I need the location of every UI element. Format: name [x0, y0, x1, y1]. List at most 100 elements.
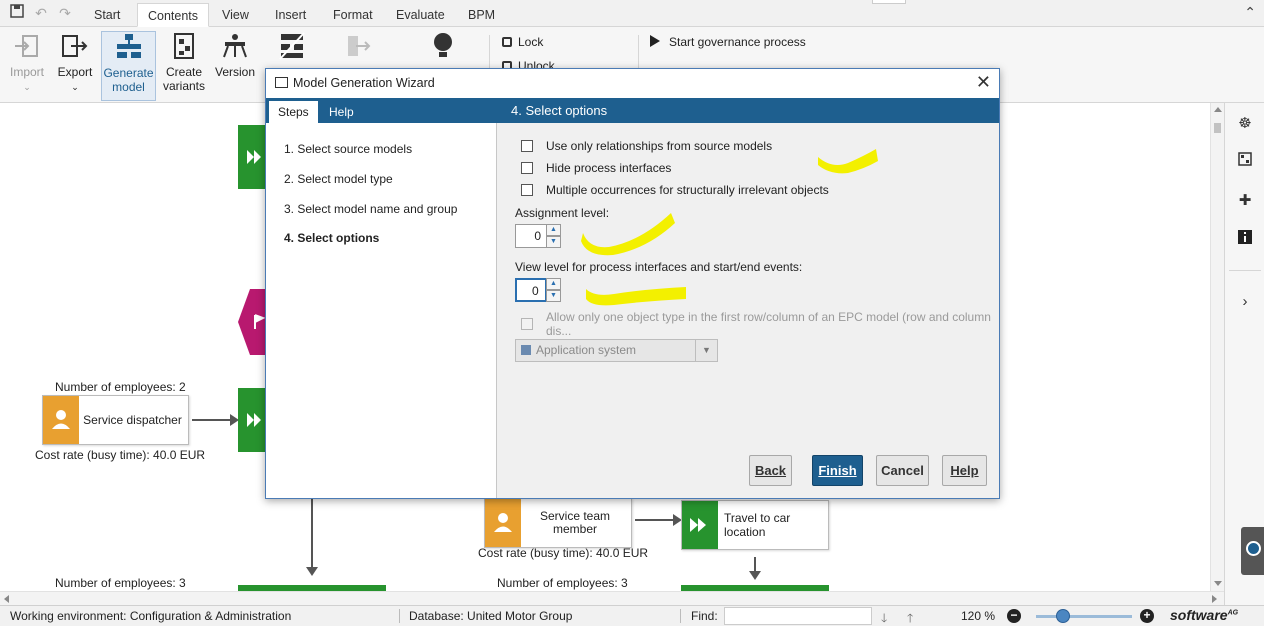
cancel-button[interactable]: Cancel	[876, 455, 929, 486]
start-governance-button[interactable]: Start governance process	[650, 35, 806, 49]
function-shape-middle[interactable]	[238, 388, 268, 452]
collapse-ribbon-icon[interactable]: ⌃	[1244, 4, 1256, 21]
dialog-title-bar[interactable]: Model Generation Wizard ✕	[266, 69, 999, 98]
view-level-input[interactable]: 0	[515, 278, 547, 302]
vertical-scrollbar[interactable]	[1210, 103, 1224, 591]
scroll-right-icon[interactable]	[1212, 595, 1217, 603]
right-sidebar: ☸ ✚ ›	[1224, 103, 1264, 605]
expand-sidebar-icon[interactable]: ›	[1235, 292, 1255, 312]
cost-rate-label: Cost rate (busy time): 40.0 EUR	[478, 546, 649, 560]
function-icon	[682, 501, 718, 549]
governance-tool-button[interactable]	[272, 31, 312, 65]
object-type-value: Application system	[536, 343, 637, 357]
assistant-widget-icon[interactable]	[1241, 527, 1264, 575]
tab-bpm[interactable]: BPM	[458, 3, 505, 27]
step-select-options[interactable]: 4. Select options	[284, 231, 379, 245]
role-service-team-member[interactable]: Service team member	[484, 498, 632, 548]
lightbulb-icon	[434, 33, 452, 57]
role-label: Service dispatcher	[83, 412, 182, 427]
undo-icon[interactable]: ↶	[32, 4, 50, 22]
use-only-relationships-checkbox[interactable]	[521, 140, 533, 152]
function-icon	[247, 413, 254, 427]
tab-steps[interactable]: Steps	[269, 101, 318, 123]
find-input[interactable]	[724, 607, 872, 625]
role-service-dispatcher[interactable]: Service dispatcher	[42, 395, 189, 445]
function-icon	[247, 150, 254, 164]
spin-down-icon[interactable]: ▼	[546, 290, 561, 302]
multiple-occurrences-option[interactable]: Multiple occurrences for structurally ir…	[521, 182, 829, 198]
multiple-occurrences-checkbox[interactable]	[521, 184, 533, 196]
tab-insert[interactable]: Insert	[265, 3, 316, 27]
step-select-source-models[interactable]: 1. Select source models	[284, 142, 412, 156]
save-icon[interactable]	[8, 4, 26, 22]
find-label: Find:	[691, 609, 718, 623]
lock-button[interactable]: Lock	[502, 35, 543, 49]
generate-model-label-1: Generate	[103, 66, 154, 80]
step-select-model-name[interactable]: 3. Select model name and group	[284, 202, 457, 216]
find-next-icon[interactable]: 🡓	[881, 609, 887, 626]
function-shape-top[interactable]	[238, 125, 268, 189]
redo-icon[interactable]: ↷	[56, 4, 74, 22]
view-level-spinner[interactable]: 0 ▲ ▼	[515, 278, 562, 302]
scroll-up-icon[interactable]	[1214, 107, 1222, 112]
employees-label: Number of employees: 2	[55, 380, 186, 394]
back-button[interactable]: Back	[749, 455, 792, 486]
step-select-model-type[interactable]: 2. Select model type	[284, 172, 393, 186]
role-icon	[43, 396, 79, 444]
navigation-wheel-icon[interactable]: ☸	[1235, 114, 1255, 134]
spin-up-icon[interactable]: ▲	[546, 278, 561, 290]
use-only-relationships-option[interactable]: Use only relationships from source model…	[521, 138, 772, 154]
import-button[interactable]: Import ⌄	[6, 31, 48, 94]
chevron-down-icon: ▼	[695, 340, 717, 361]
tab-view[interactable]: View	[212, 3, 259, 27]
find-previous-icon[interactable]: 🡑	[907, 609, 913, 626]
spin-up-icon[interactable]: ▲	[546, 224, 561, 236]
finish-button[interactable]: Finish	[812, 455, 863, 486]
horizontal-scrollbar[interactable]	[0, 591, 1224, 605]
tab-evaluate[interactable]: Evaluate	[386, 3, 455, 27]
arrow-head	[306, 567, 318, 576]
tab-help[interactable]: Help	[320, 101, 363, 123]
function-label: Travel to car location	[724, 511, 791, 539]
tab-contents[interactable]: Contents	[137, 3, 210, 27]
export-button[interactable]: Export ⌄	[54, 31, 96, 94]
version-button[interactable]: Version	[212, 31, 258, 79]
hide-process-interfaces-label: Hide process interfaces	[546, 161, 672, 175]
symbols-icon[interactable]	[1235, 152, 1255, 172]
idea-button[interactable]	[423, 31, 463, 65]
allow-one-object-type-option: Allow only one object type in the first …	[521, 310, 999, 338]
scroll-thumb[interactable]	[1214, 123, 1221, 133]
info-icon[interactable]	[1235, 230, 1255, 250]
assignment-level-spinner[interactable]: 0 ▲ ▼	[515, 224, 562, 248]
help-button[interactable]: Help	[942, 455, 987, 486]
play-icon	[650, 35, 660, 47]
transfer-icon	[348, 36, 371, 56]
transfer-button[interactable]	[338, 31, 378, 65]
tab-start[interactable]: Start	[84, 3, 130, 27]
spin-down-icon[interactable]: ▼	[546, 236, 561, 248]
zoom-out-icon[interactable]: −	[1007, 609, 1021, 623]
version-label: Version	[214, 65, 256, 79]
hide-process-interfaces-checkbox[interactable]	[521, 162, 533, 174]
puzzle-icon[interactable]: ✚	[1235, 191, 1255, 211]
zoom-slider[interactable]	[1036, 615, 1132, 618]
version-icon	[223, 34, 247, 58]
hide-process-interfaces-option[interactable]: Hide process interfaces	[521, 160, 671, 176]
generate-model-button[interactable]: Generate model	[101, 31, 156, 101]
status-bar: Working environment: Configuration & Adm…	[0, 605, 1264, 626]
allow-one-object-type-label: Allow only one object type in the first …	[546, 310, 991, 338]
close-icon[interactable]: ✕	[976, 73, 991, 91]
assignment-level-input[interactable]: 0	[515, 224, 547, 248]
scroll-down-icon[interactable]	[1214, 581, 1222, 586]
scroll-left-icon[interactable]	[4, 595, 9, 603]
steps-tab-bar: Steps Help	[266, 98, 497, 123]
zoom-slider-handle[interactable]	[1056, 609, 1070, 623]
search-field-edge[interactable]	[872, 0, 906, 4]
create-variants-button[interactable]: Create variants	[160, 31, 208, 93]
tab-format[interactable]: Format	[323, 3, 383, 27]
function-travel-to-car-location[interactable]: Travel to car location	[681, 500, 829, 550]
employees-label: Number of employees: 3	[55, 576, 186, 590]
zoom-in-icon[interactable]: +	[1140, 609, 1154, 623]
application-system-icon	[521, 345, 531, 355]
event-shape[interactable]	[238, 289, 268, 355]
